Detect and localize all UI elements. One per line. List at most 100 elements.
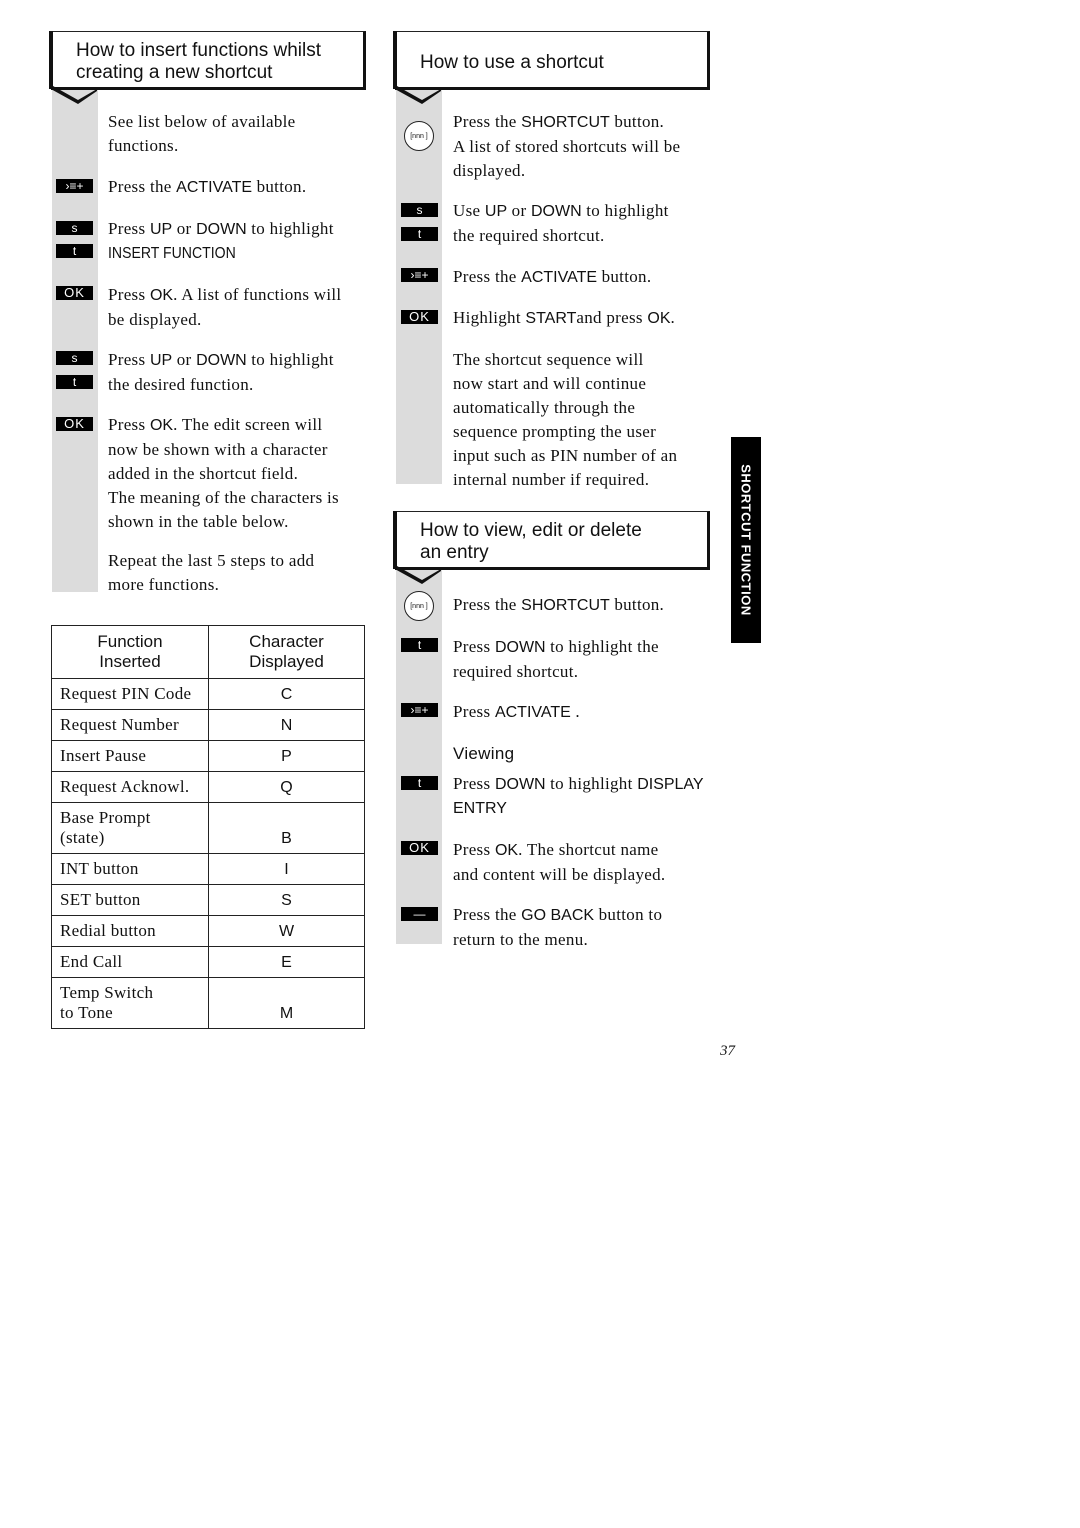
header-text: Displayed (249, 652, 324, 671)
ok-key-icon: OK (401, 841, 438, 855)
table-header-row: Function Inserted Character Displayed (51, 625, 365, 679)
key-label: UP (149, 221, 173, 238)
insert-section-title: How to insert functions whilst creating … (76, 40, 321, 84)
step-text: button to (594, 905, 663, 924)
key-label: DOWN (531, 203, 582, 220)
key-label: ACTIVATE (494, 704, 571, 721)
view-step-6: Press the GO BACK button to return to th… (453, 903, 662, 952)
step-text: Press (108, 415, 150, 434)
insert-step-6: Press OK. The edit screen will now be sh… (108, 413, 339, 534)
header-text: Inserted (99, 652, 161, 671)
use-header-tail (393, 86, 441, 104)
step-text: now start and will continue (453, 374, 647, 393)
insert-step-3: Press UP or DOWN to highlight INSERT FUN… (108, 217, 334, 266)
character-cell: W (208, 915, 365, 947)
insert-section-header: How to insert functions whilst creating … (51, 31, 366, 90)
down-key-icon: t (401, 227, 438, 241)
step-text: Press (108, 285, 150, 304)
step-text: return to the menu. (453, 930, 589, 949)
step-text: Press (453, 840, 495, 859)
step-text: Press (108, 350, 150, 369)
step-text: the required shortcut. (453, 226, 605, 245)
key-label: DOWN (196, 221, 247, 238)
function-cell: INT button (51, 853, 209, 885)
step-text: The meaning of the characters is (108, 488, 339, 507)
view-step-1: Press the SHORTCUT button. (453, 593, 664, 618)
header-edge (393, 511, 397, 569)
view-section-header: How to view, edit or delete an entry (395, 511, 710, 570)
step-text: added in the shortcut field. (108, 464, 299, 483)
table-row: Request Acknowl. Q (51, 771, 365, 803)
step-text: Press (453, 774, 495, 793)
step-text: to highlight (545, 774, 638, 793)
step-text: A list of stored shortcuts will be (453, 137, 681, 156)
key-label: OK (149, 417, 174, 434)
character-cell: S (208, 884, 365, 916)
step-text: button. (609, 595, 665, 614)
step-text: more functions. (108, 575, 220, 594)
activate-key-icon: ›≡+ (401, 703, 438, 717)
table-header-function: Function Inserted (51, 625, 209, 679)
title-line: How to insert functions whilst (76, 40, 321, 61)
down-key-icon: t (401, 638, 438, 652)
character-cell: M (208, 977, 365, 1029)
up-key-icon: s (56, 351, 93, 365)
table-row: Request PIN Code C (51, 678, 365, 710)
view-step-2: Press DOWN to highlight the required sho… (453, 635, 659, 684)
step-text: and press (576, 308, 648, 327)
ok-key-icon: OK (56, 286, 93, 300)
character-cell: Q (208, 771, 365, 803)
key-label: ACTIVATE (521, 269, 598, 286)
key-label: START (525, 310, 577, 327)
step-text: . The edit screen will (173, 415, 323, 434)
character-cell: I (208, 853, 365, 885)
table-row: End Call E (51, 946, 365, 978)
key-label: UP (149, 352, 173, 369)
step-text: functions. (108, 136, 179, 155)
key-label: DOWN (494, 639, 546, 656)
menu-item-label: ENTRY (453, 800, 507, 817)
function-character-table: Function Inserted Character Displayed Requ… (51, 625, 365, 1029)
step-text: to highlight (246, 350, 334, 369)
use-step-4: Highlight STARTand press OK. (453, 306, 675, 331)
ok-key-icon: OK (401, 310, 438, 324)
table-row: Base Prompt (state) B (51, 802, 365, 854)
step-text: button. (597, 267, 652, 286)
step-text: The shortcut sequence will (453, 350, 644, 369)
table-row: Redial button W (51, 915, 365, 947)
shortcut-key-icon: [nnn ] (404, 591, 434, 621)
insert-step-2: Press the ACTIVATE button. (108, 175, 306, 200)
step-text: . The shortcut name (518, 840, 659, 859)
down-key-icon: t (401, 776, 438, 790)
key-label: DOWN (196, 352, 247, 369)
character-cell: C (208, 678, 365, 710)
function-cell: Request PIN Code (51, 678, 209, 710)
page-number: 37 (720, 1043, 735, 1059)
key-label: GO BACK (521, 907, 595, 924)
step-text: Press (453, 702, 495, 721)
step-text: Press the (453, 112, 522, 131)
insert-step-5: Press UP or DOWN to highlight the desire… (108, 348, 334, 397)
view-section-title: How to view, edit or delete an entry (420, 520, 642, 564)
step-text: Press (108, 219, 150, 238)
insert-step-4: Press OK. A list of functions will be di… (108, 283, 341, 332)
step-text: Press the (108, 177, 177, 196)
step-text: Press the (453, 267, 522, 286)
down-key-icon: t (56, 375, 93, 389)
chapter-side-tab: SHORTCUT FUNCTION (731, 437, 761, 643)
step-text: Repeat the last 5 steps to add (108, 551, 315, 570)
step-text: Press the (453, 595, 522, 614)
title-line: How to view, edit or delete (420, 520, 642, 541)
step-text: . A list of functions will (173, 285, 342, 304)
up-key-icon: s (56, 221, 93, 235)
header-edge (393, 31, 397, 89)
function-cell: SET button (51, 884, 209, 916)
step-text: Use (453, 201, 485, 220)
shortcut-key-icon: [nnn ] (404, 121, 434, 151)
menu-item-label: DISPLAY (637, 776, 704, 793)
view-step-3: Press ACTIVATE . (453, 700, 580, 725)
down-key-icon: t (56, 244, 93, 258)
title-line: an entry (420, 542, 489, 563)
table-row: Insert Pause P (51, 740, 365, 772)
function-cell: Temp Switch to Tone (51, 977, 209, 1029)
